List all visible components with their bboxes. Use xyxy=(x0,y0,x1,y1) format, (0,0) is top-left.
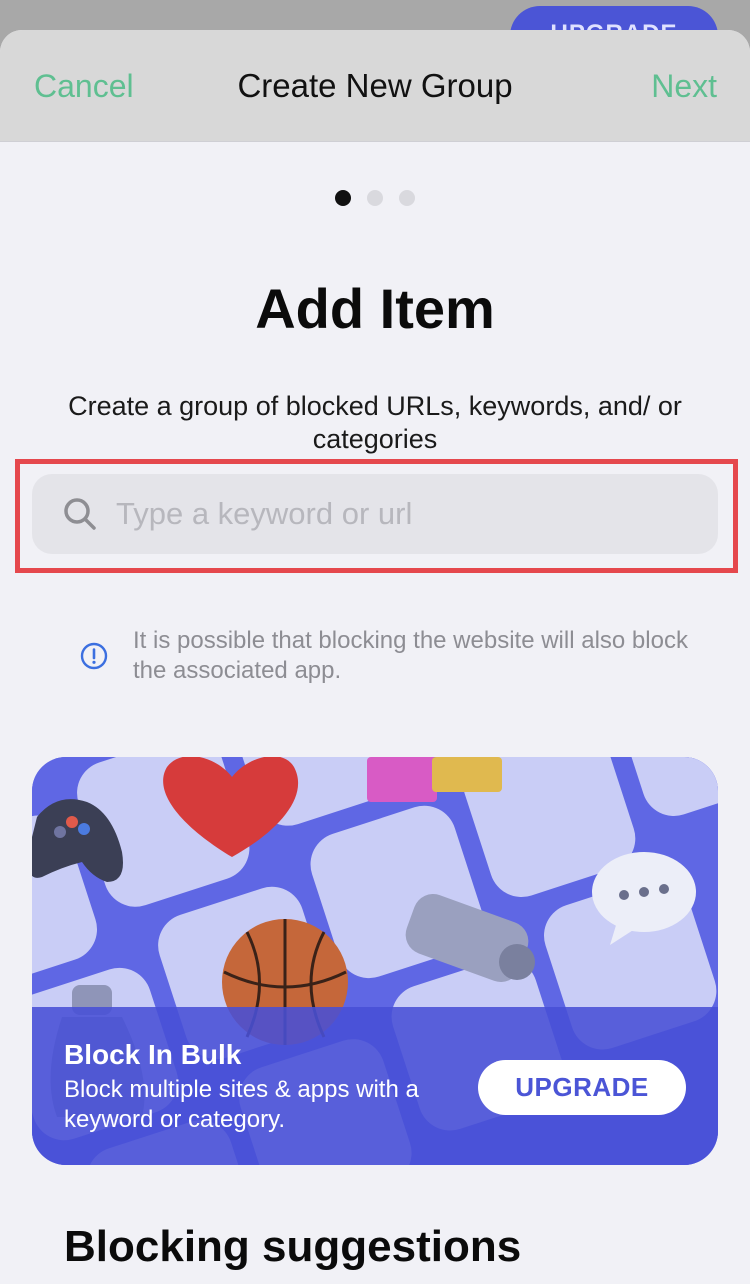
page-indicator xyxy=(0,190,750,206)
page-dot-2 xyxy=(367,190,383,206)
info-icon xyxy=(80,642,108,670)
info-note: It is possible that blocking the website… xyxy=(80,626,690,686)
add-item-subtitle: Create a group of blocked URLs, keywords… xyxy=(68,391,682,454)
search-input[interactable] xyxy=(116,496,696,532)
create-group-sheet: Cancel Create New Group Next Add Item Cr… xyxy=(0,30,750,1284)
upgrade-button[interactable]: UPGRADE xyxy=(478,1060,686,1115)
blocking-suggestions-heading: Blocking suggestions xyxy=(64,1222,522,1271)
page-title: Create New Group xyxy=(237,67,513,104)
search-bar[interactable] xyxy=(32,474,718,554)
page-dot-1 xyxy=(335,190,351,206)
search-icon xyxy=(64,498,96,530)
block-in-bulk-banner[interactable]: Block In Bulk Block multiple sites & app… xyxy=(32,757,718,1165)
banner-description: Block multiple sites & apps with a keywo… xyxy=(64,1076,419,1133)
page-dot-3 xyxy=(399,190,415,206)
next-button[interactable]: Next xyxy=(651,68,717,105)
info-text: It is possible that blocking the website… xyxy=(133,627,688,684)
navigation-bar: Cancel Create New Group Next xyxy=(0,30,750,142)
banner-title: Block In Bulk xyxy=(64,1039,242,1070)
add-item-heading: Add Item xyxy=(255,277,495,340)
